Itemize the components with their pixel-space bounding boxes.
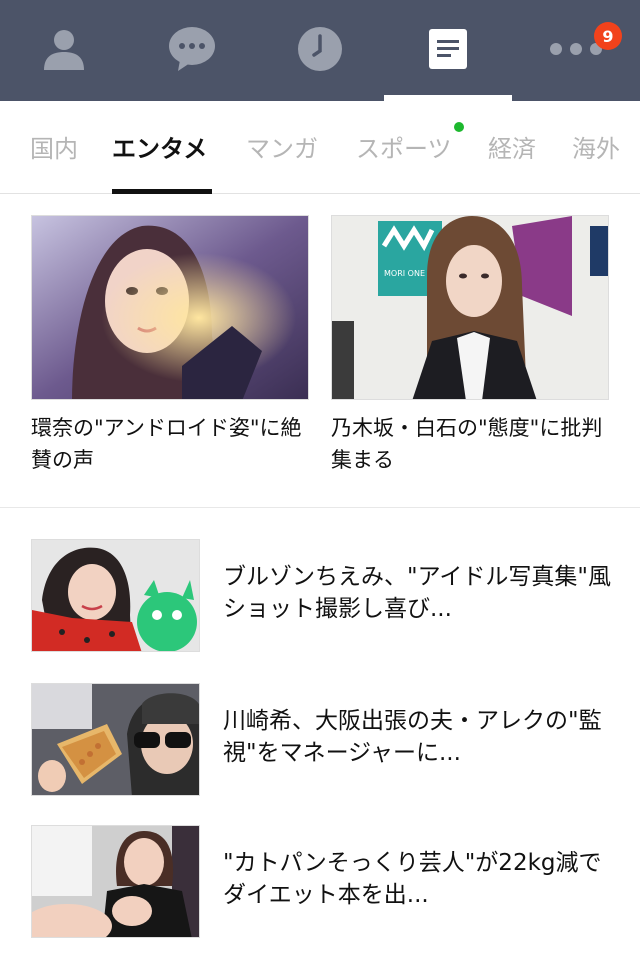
article-title: 川崎希、大阪出張の夫・アレクの"監視"をマネージャーに... [223, 708, 602, 766]
article-thumbnail [31, 539, 200, 652]
featured-article[interactable]: MORI ONE WORLD 乃木坂・白石の"態度"に批判集まる [331, 215, 609, 476]
article-title: "カトパンそっくり芸人"が22kg減でダイエット本を出... [223, 850, 602, 908]
section-divider [0, 507, 640, 508]
friends-icon [41, 26, 87, 76]
list-item[interactable]: "カトパンそっくり芸人"が22kg減でダイエット本を出... [31, 825, 611, 938]
article-title: 乃木坂・白石の"態度"に批判集まる [331, 416, 603, 472]
category-tabs: 国内 エンタメ マンガ スポーツ 経済 海外 [0, 101, 640, 194]
article-title: 環奈の"アンドロイド姿"に絶賛の声 [31, 416, 302, 472]
timeline-icon [297, 26, 343, 76]
top-nav-bar: 9 [0, 0, 640, 101]
article-image: MORI ONE WORLD [331, 215, 609, 400]
category-tab-economy[interactable]: 経済 [488, 129, 536, 164]
category-tab-entertainment[interactable]: エンタメ [112, 129, 207, 164]
tab-timeline[interactable] [256, 0, 384, 101]
article-thumbnail [31, 825, 200, 938]
new-indicator-dot [454, 122, 464, 132]
tab-friends[interactable] [0, 0, 128, 101]
chat-icon [168, 26, 216, 76]
tab-chats[interactable] [128, 0, 256, 101]
category-tab-overseas[interactable]: 海外 [572, 129, 620, 164]
article-thumbnail [31, 683, 200, 796]
list-item[interactable]: 川崎希、大阪出張の夫・アレクの"監視"をマネージャーに... [31, 683, 611, 796]
category-tab-sports[interactable]: スポーツ [356, 129, 452, 164]
news-icon [428, 28, 468, 74]
category-tab-domestic[interactable]: 国内 [30, 129, 78, 164]
tab-more[interactable] [512, 0, 640, 101]
active-category-indicator [112, 189, 212, 194]
category-tab-manga[interactable]: マンガ [246, 129, 318, 164]
article-title: ブルゾンちえみ、"アイドル写真集"風ショット撮影し喜び... [223, 564, 612, 622]
article-image [31, 215, 309, 400]
tab-news[interactable] [384, 0, 512, 101]
notification-badge: 9 [594, 22, 622, 50]
featured-article[interactable]: 環奈の"アンドロイド姿"に絶賛の声 [31, 215, 309, 476]
list-item[interactable]: ブルゾンちえみ、"アイドル写真集"風ショット撮影し喜び... [31, 539, 611, 652]
